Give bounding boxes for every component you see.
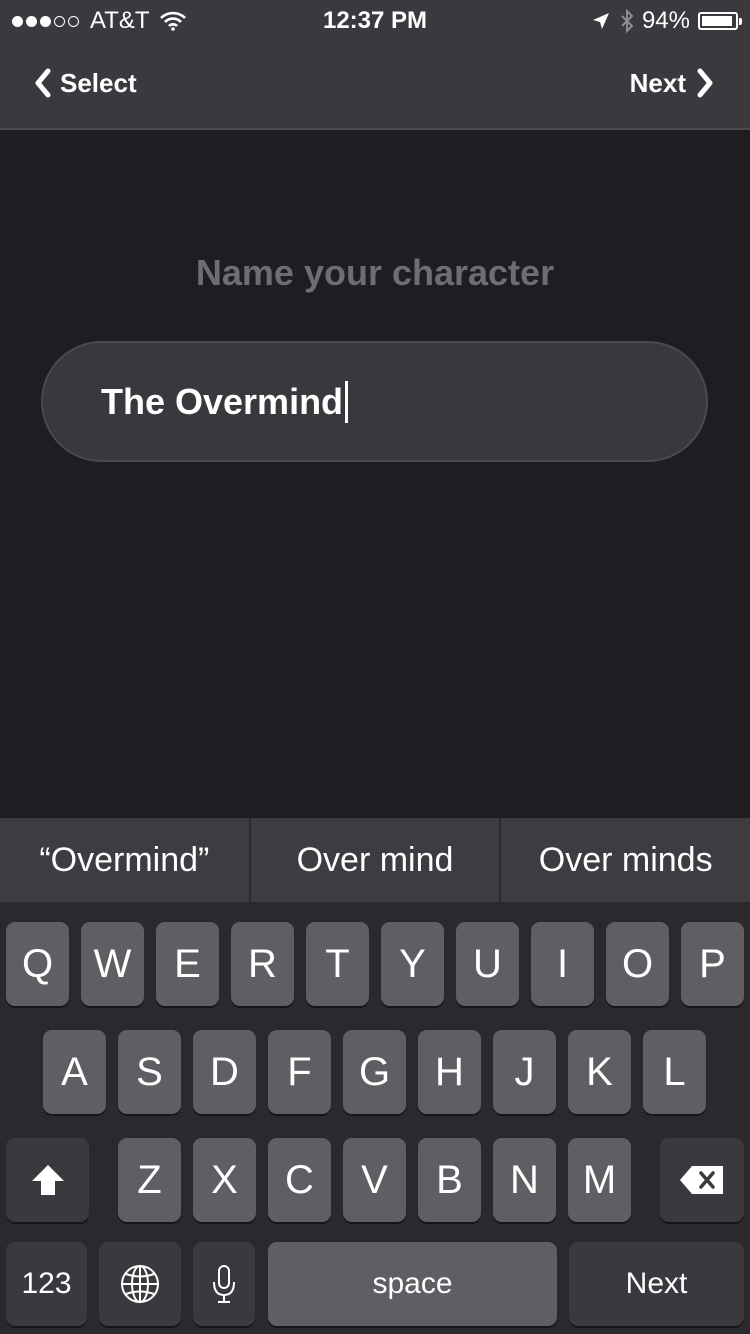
navigation-bar: Select Next bbox=[0, 40, 750, 130]
key-q[interactable]: Q bbox=[6, 922, 69, 1006]
shift-key[interactable] bbox=[6, 1138, 89, 1222]
key-e[interactable]: E bbox=[156, 922, 219, 1006]
key-v[interactable]: V bbox=[343, 1138, 406, 1222]
location-arrow-icon bbox=[592, 13, 609, 29]
back-button[interactable]: Select bbox=[30, 66, 137, 100]
key-o[interactable]: O bbox=[606, 922, 669, 1006]
key-a[interactable]: A bbox=[43, 1030, 106, 1114]
key-l[interactable]: L bbox=[643, 1030, 706, 1114]
key-g[interactable]: G bbox=[343, 1030, 406, 1114]
numbers-key[interactable]: 123 bbox=[6, 1242, 87, 1326]
back-button-label: Select bbox=[60, 67, 137, 98]
next-button[interactable]: Next bbox=[630, 66, 718, 100]
character-name-input[interactable]: The Overmind bbox=[41, 341, 708, 462]
status-bar: AT&T 12:37 PM 94% bbox=[0, 0, 750, 40]
key-p[interactable]: P bbox=[681, 922, 744, 1006]
key-s[interactable]: S bbox=[118, 1030, 181, 1114]
key-n[interactable]: N bbox=[493, 1138, 556, 1222]
character-name-value-wrap: The Overmind bbox=[101, 381, 349, 423]
key-w[interactable]: W bbox=[81, 922, 144, 1006]
key-t[interactable]: T bbox=[306, 922, 369, 1006]
battery-icon bbox=[698, 12, 742, 30]
key-x[interactable]: X bbox=[193, 1138, 256, 1222]
globe-icon bbox=[121, 1265, 159, 1303]
key-b[interactable]: B bbox=[418, 1138, 481, 1222]
next-button-label: Next bbox=[629, 67, 686, 98]
key-d[interactable]: D bbox=[193, 1030, 256, 1114]
key-u[interactable]: U bbox=[456, 922, 519, 1006]
microphone-icon bbox=[213, 1265, 235, 1303]
space-key[interactable]: space bbox=[268, 1242, 557, 1326]
key-h[interactable]: H bbox=[418, 1030, 481, 1114]
key-k[interactable]: K bbox=[568, 1030, 631, 1114]
globe-key[interactable] bbox=[99, 1242, 181, 1326]
chevron-right-icon bbox=[697, 68, 713, 98]
predictive-suggestions-bar: “Overmind” Over mind Over minds bbox=[0, 818, 750, 902]
suggestion-1[interactable]: “Overmind” bbox=[0, 818, 249, 902]
key-y[interactable]: Y bbox=[381, 922, 444, 1006]
key-r[interactable]: R bbox=[231, 922, 294, 1006]
keyboard: 123 space Next QWERTYUIOP ASDFGHJKL ZXCVBN… bbox=[0, 902, 750, 1334]
key-c[interactable]: C bbox=[268, 1138, 331, 1222]
delete-key[interactable] bbox=[660, 1138, 744, 1222]
key-z[interactable]: Z bbox=[118, 1138, 181, 1222]
chevron-left-icon bbox=[35, 68, 51, 98]
key-f[interactable]: F bbox=[268, 1030, 331, 1114]
suggestion-3[interactable]: Over minds bbox=[499, 818, 750, 902]
return-key[interactable]: Next bbox=[569, 1242, 744, 1326]
shift-icon bbox=[31, 1165, 64, 1195]
key-m[interactable]: M bbox=[568, 1138, 631, 1222]
bluetooth-icon bbox=[621, 9, 634, 33]
battery-level bbox=[702, 16, 733, 26]
page-title: Name your character bbox=[195, 252, 555, 293]
text-cursor bbox=[345, 381, 349, 423]
dictation-key[interactable] bbox=[193, 1242, 255, 1326]
key-j[interactable]: J bbox=[493, 1030, 556, 1114]
backspace-icon bbox=[680, 1166, 723, 1194]
character-name-value: The Overmind bbox=[101, 381, 344, 422]
battery-percent: 94% bbox=[641, 7, 690, 34]
status-right: 94% bbox=[592, 7, 742, 35]
suggestion-2[interactable]: Over mind bbox=[248, 818, 500, 902]
key-i[interactable]: I bbox=[531, 922, 594, 1006]
